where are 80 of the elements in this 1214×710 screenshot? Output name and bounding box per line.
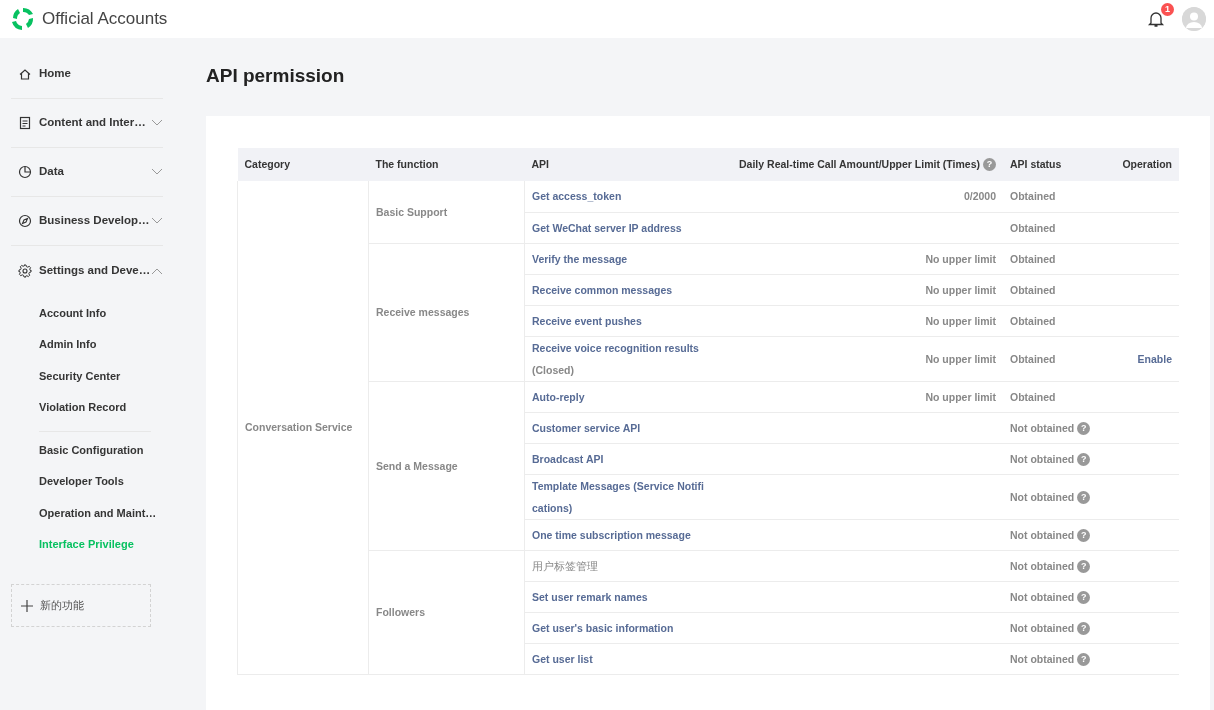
column-header: Operation xyxy=(1109,148,1179,181)
sub-nav-item[interactable]: Developer Tools xyxy=(39,465,151,497)
sub-nav-item[interactable]: Admin Info xyxy=(39,328,151,360)
function-cell: Send a Message xyxy=(368,381,525,550)
api-name[interactable]: Auto-reply xyxy=(532,385,708,408)
function-cell: Receive messages xyxy=(368,243,525,381)
api-name[interactable]: Broadcast API xyxy=(532,447,708,470)
api-name[interactable]: Verify the message xyxy=(532,247,708,270)
home-icon xyxy=(18,67,32,81)
call-limit: No upper limit xyxy=(925,314,996,327)
api-status: Obtained xyxy=(1010,221,1056,234)
sub-nav-item[interactable]: Account Info xyxy=(39,297,151,329)
api-status: Not obtained xyxy=(1010,590,1075,603)
document-icon xyxy=(18,116,32,130)
bell-icon[interactable] xyxy=(1146,9,1166,29)
nav-item[interactable]: Settings and Deve… xyxy=(39,261,151,280)
api-status: Obtained xyxy=(1010,352,1056,365)
call-limit: 0/2000 xyxy=(963,190,996,203)
api-name[interactable]: Receive voice recognition results (Closed) xyxy=(532,336,708,381)
help-icon[interactable]: ? xyxy=(1077,559,1091,573)
api-name[interactable]: Get access_token xyxy=(532,185,708,208)
gear-icon xyxy=(18,263,32,278)
api-name[interactable]: One time subscription message xyxy=(532,523,708,546)
page-title: API permission xyxy=(206,64,346,88)
column-header: API status xyxy=(1003,148,1109,181)
sub-nav-item[interactable]: Security Center xyxy=(39,360,151,392)
api-name[interactable]: Get user list xyxy=(532,647,708,670)
api-status: Not obtained xyxy=(1010,528,1075,541)
help-icon[interactable]: ? xyxy=(1077,652,1091,666)
api-status: Obtained xyxy=(1010,252,1056,265)
help-icon[interactable]: ? xyxy=(983,157,996,171)
api-status: Not obtained xyxy=(1010,452,1075,465)
column-header: The function xyxy=(368,148,525,181)
sub-nav-item[interactable]: Basic Configuration xyxy=(39,434,151,466)
call-limit: No upper limit xyxy=(925,352,996,365)
help-icon[interactable]: ? xyxy=(1077,452,1091,466)
api-name[interactable]: Customer service API xyxy=(532,416,708,439)
help-icon[interactable]: ? xyxy=(1077,490,1091,504)
plus-icon xyxy=(20,598,34,613)
api-name[interactable]: Template Messages (Service Notifications) xyxy=(532,474,708,519)
call-limit: No upper limit xyxy=(925,283,996,296)
api-status: Not obtained xyxy=(1010,559,1075,572)
help-icon[interactable]: ? xyxy=(1077,421,1091,435)
column-header: Daily Real-time Call Amount/Upper Limit (Times) xyxy=(739,157,980,170)
api-name[interactable]: Receive event pushes xyxy=(532,309,708,332)
column-header: API xyxy=(524,148,715,181)
call-limit: No upper limit xyxy=(925,252,996,265)
nav-item[interactable]: Content and Inter… xyxy=(39,114,146,132)
api-name[interactable]: Get user's basic information xyxy=(532,616,708,639)
api-status: Not obtained xyxy=(1010,421,1075,434)
notification-count: 1 xyxy=(1161,3,1174,16)
compass-icon xyxy=(18,214,32,228)
api-name: 用户标签管理 xyxy=(532,558,599,574)
nav-item[interactable]: Home xyxy=(39,65,71,83)
function-cell: Followers xyxy=(368,550,525,674)
call-limit: No upper limit xyxy=(925,390,996,403)
column-header: Category xyxy=(237,148,369,181)
api-status: Obtained xyxy=(1010,390,1056,403)
help-icon[interactable]: ? xyxy=(1077,621,1091,635)
help-icon[interactable]: ? xyxy=(1077,590,1091,604)
logo-icon xyxy=(10,6,36,32)
app-title: Official Accounts xyxy=(42,8,168,31)
new-feature-button[interactable]: 新的功能 xyxy=(11,584,151,627)
function-cell: Basic Support xyxy=(368,181,525,243)
nav-item[interactable]: Business Develop… xyxy=(39,212,150,230)
help-icon[interactable]: ? xyxy=(1077,528,1091,542)
enable-link[interactable]: Enable xyxy=(1137,352,1172,365)
api-status: Obtained xyxy=(1010,283,1056,296)
category-cell: Conversation Service xyxy=(237,181,369,674)
api-name[interactable]: Set user remark names xyxy=(532,585,708,608)
sub-nav-item[interactable]: Violation Record xyxy=(39,391,151,423)
api-status: Not obtained xyxy=(1010,621,1075,634)
api-status: Not obtained xyxy=(1010,652,1075,665)
nav-item[interactable]: Data xyxy=(39,163,64,181)
api-status: Obtained xyxy=(1010,314,1056,327)
api-name[interactable]: Receive common messages xyxy=(532,278,708,301)
pie-chart-icon xyxy=(18,165,32,179)
api-status: Not obtained xyxy=(1010,490,1075,503)
api-status: Obtained xyxy=(1010,190,1056,203)
api-name[interactable]: Get WeChat server IP address xyxy=(532,216,708,239)
